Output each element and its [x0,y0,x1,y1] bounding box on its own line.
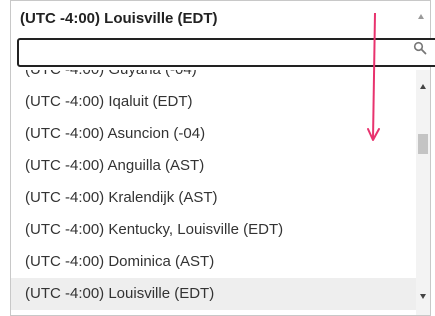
timezone-select[interactable]: (UTC -4:00) Louisville (EDT) [10,0,431,36]
scrollbar-thumb[interactable] [418,134,428,154]
selected-timezone-value: (UTC -4:00) Louisville (EDT) [20,10,218,27]
list-item[interactable]: (UTC -4:00) Kentucky, Louisville (EDT) [11,214,418,246]
search-input[interactable] [17,38,435,67]
list-item[interactable]: (UTC -4:00) Iqaluit (EDT) [11,86,418,118]
list-item-selected[interactable]: (UTC -4:00) Louisville (EDT) [11,278,418,310]
list-item[interactable]: (UTC -4:00) Kralendijk (AST) [11,182,418,214]
scroll-up-icon[interactable] [420,84,426,89]
scroll-down-icon[interactable] [420,294,426,299]
list-item[interactable]: (UTC -4:00) Guyana (-04) [11,70,418,86]
list-item[interactable]: (UTC -4:00) Dominica (AST) [11,246,418,278]
list-item[interactable]: (UTC -4:00) Anguilla (AST) [11,150,418,182]
list-item[interactable]: (UTC -4:00) Asuncion (-04) [11,118,418,150]
search-bar [10,36,435,70]
scrollbar[interactable] [416,70,430,315]
timezone-options-list[interactable]: (UTC -4:00) Guyana (-04) (UTC -4:00) Iqa… [10,70,431,316]
chevron-up-icon[interactable] [418,14,424,19]
search-icon[interactable] [413,41,427,55]
timezone-select-screen: (UTC -4:00) Louisville (EDT) (UTC -4:00)… [0,0,435,316]
